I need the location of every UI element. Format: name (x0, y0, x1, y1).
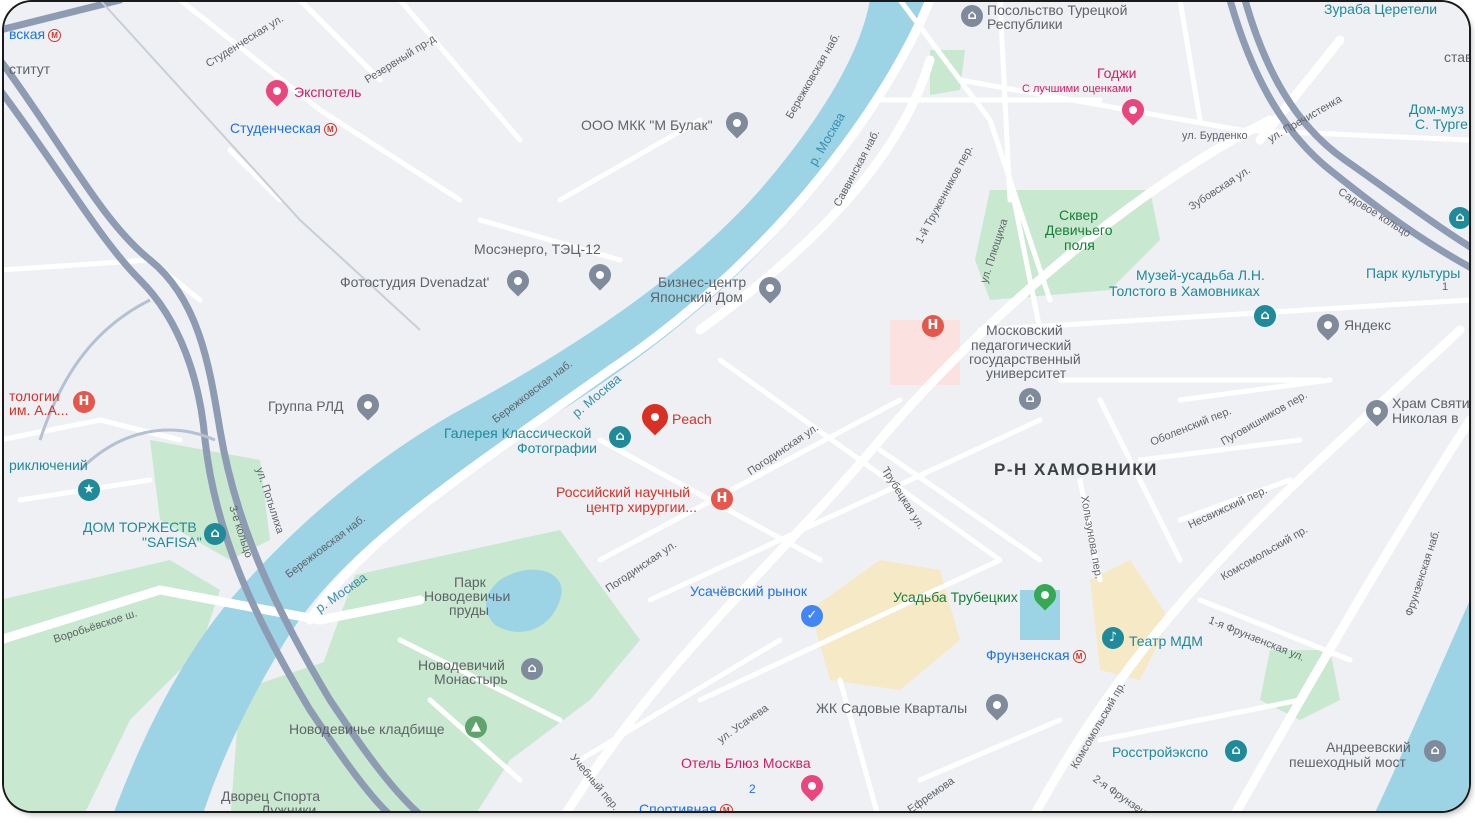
poi-label: Новодевичье кладбище (289, 721, 445, 737)
poi-label: Росстройэкспо (1112, 744, 1209, 760)
shopping-cart-icon[interactable]: ✓ (801, 605, 823, 627)
poi-label: риключений (9, 457, 88, 473)
cemetery-icon[interactable]: ▲ (465, 716, 487, 738)
poi-label: Андреевский (1326, 739, 1411, 755)
poi-label: Спортивная (639, 801, 717, 812)
museum-icon[interactable]: ⌂ (609, 426, 631, 448)
poi-label: Дом-муз (1409, 101, 1464, 117)
metro-label[interactable]: Студенческая M (230, 121, 337, 136)
poi-label: Монастырь (434, 671, 508, 687)
poi-label: Республики (987, 16, 1063, 32)
poi-label: Экспотель (294, 84, 362, 100)
selected-place-label[interactable]: Peach (672, 412, 712, 427)
poi-label: Российский научный (556, 484, 691, 500)
monastery-icon[interactable]: ⌂ (521, 658, 543, 680)
poi-label: Сквер (1059, 207, 1099, 223)
district-label: Р-Н ХАМОВНИКИ (994, 460, 1158, 479)
poi-label: Усачёвский рынок (690, 583, 807, 599)
poi-label: Мосэнерго, ТЭЦ-12 (474, 241, 601, 257)
bridge-icon[interactable]: ⌂ (1424, 740, 1446, 762)
poi-label: пешеходный мост (1289, 754, 1406, 770)
poi-label: Фотографии (517, 440, 598, 456)
poi-label: С. Турге (1415, 116, 1468, 132)
venue-icon[interactable]: ⌂ (1225, 740, 1247, 762)
poi-label: "SAFISA" (142, 534, 202, 550)
poi-label: Фотостудия Dvenadzat' (340, 274, 490, 290)
poi-label: Яндекс (1344, 317, 1392, 333)
metro-icon: M (323, 122, 337, 136)
poi-label: Московский (986, 322, 1063, 338)
poi-label: центр хирургии... (586, 499, 697, 515)
poi-label: Девичьего (1045, 222, 1113, 238)
poi-label: Николая в (1392, 410, 1459, 426)
poi-label: Бизнес-центр (658, 274, 747, 290)
poi-label: Театр МДМ (1129, 633, 1203, 649)
poi-label: Толстого в Хамовниках (1109, 283, 1260, 299)
metro-label[interactable]: вская M (9, 26, 62, 42)
poi-label: поля (1064, 237, 1095, 253)
poi-label: Отель Блюз Москва (681, 755, 811, 771)
poi-label: им. А.А... (9, 402, 69, 418)
metro-label[interactable]: Спортивная M (639, 802, 733, 811)
museum-icon[interactable]: ⌂ (1449, 207, 1469, 229)
poi-label: университет (986, 365, 1067, 381)
poi-label: 2 (749, 782, 756, 796)
poi-label: 1 (1442, 281, 1449, 293)
venue-icon[interactable]: ⌂ (204, 523, 226, 545)
map-frame[interactable]: Р-Н ХАМОВНИКИ р. Москва р. Москва р. Мос… (4, 2, 1469, 811)
poi-label: Музей-усадьба Л.Н. (1136, 267, 1265, 283)
poi-label: став (1444, 49, 1469, 65)
poi-sublabel: С лучшими оценками (1022, 83, 1132, 95)
poi-label: Галерея Классической (444, 425, 592, 441)
metro-icon: M (719, 803, 733, 811)
poi-label: Лужники (261, 802, 317, 812)
embassy-icon[interactable]: ⌂ (961, 5, 983, 27)
metro-icon: M (48, 28, 62, 42)
poi-label: Усадьба Трубецких (893, 589, 1018, 605)
university-icon[interactable]: ⌂ (1019, 388, 1041, 410)
poi-label: Годжи (1097, 65, 1137, 81)
hospital-icon[interactable]: H (711, 488, 733, 510)
poi-label: Группа РЛД (268, 398, 344, 414)
poi-label: Японский Дом (650, 289, 743, 305)
poi-label: Парк культуры (1366, 265, 1461, 281)
poi-label: ститут (9, 61, 51, 77)
hospital-icon[interactable]: H (922, 315, 944, 337)
poi-label: Студенческая (230, 120, 321, 136)
poi-label: Храм Святи (1392, 395, 1469, 411)
metro-icon: M (1072, 649, 1086, 663)
poi-label: ООО МКК "М Булак" (581, 117, 713, 133)
poi-label: вская (9, 26, 46, 42)
poi-label: ДОМ ТОРЖЕСТВ (83, 519, 197, 535)
street-label: ул. Бурденко (1182, 130, 1248, 142)
museum-icon[interactable]: ⌂ (1254, 305, 1276, 327)
poi-label: Зураба Церетели (1324, 2, 1438, 17)
metro-label[interactable]: Фрунзенская M (986, 648, 1086, 663)
attraction-icon[interactable]: ★ (78, 479, 100, 501)
hospital-icon[interactable]: H (73, 391, 95, 413)
poi-label: пруды (449, 602, 489, 618)
poi-label: Фрунзенская (986, 647, 1070, 663)
theatre-icon[interactable]: ♪ (1102, 627, 1124, 649)
poi-label: ЖК Садовые Кварталы (816, 700, 968, 716)
